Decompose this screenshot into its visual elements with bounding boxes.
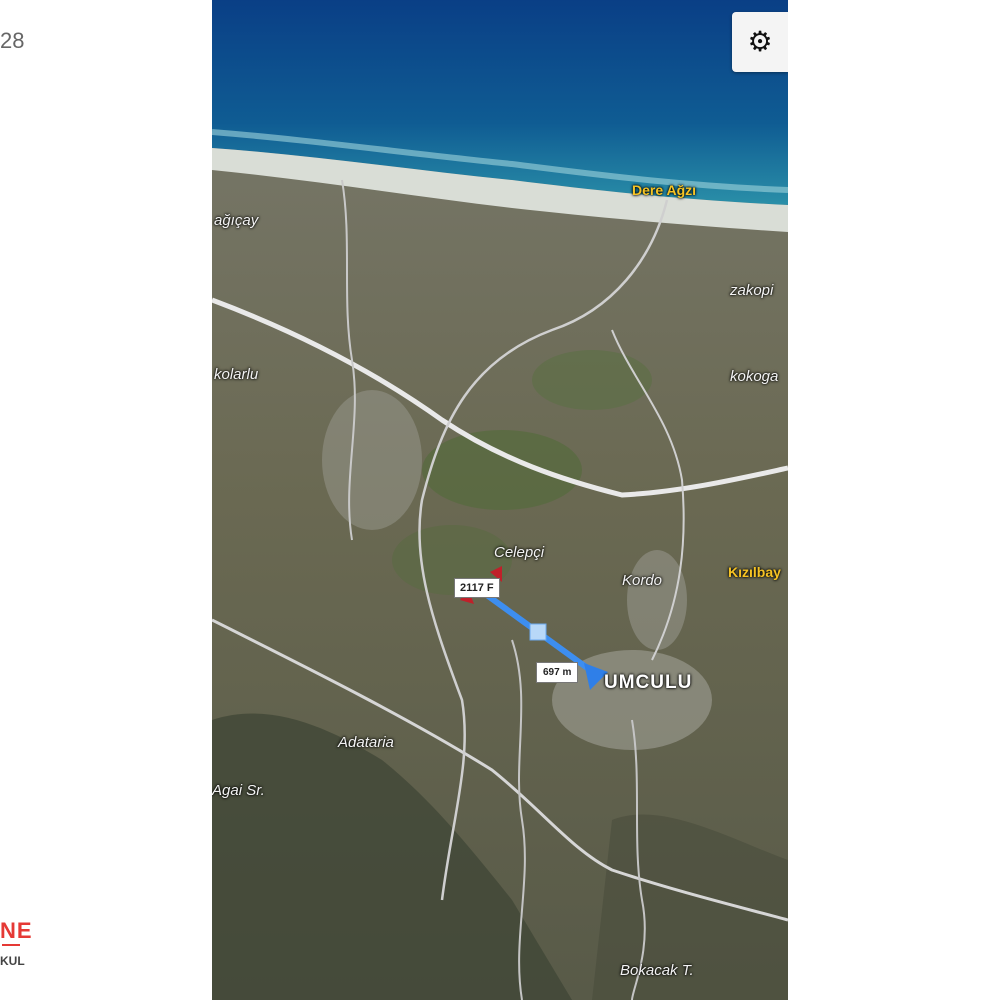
map-label-dere-agzi: Dere Ağzı (632, 182, 697, 198)
map-label-town: UMCULU (604, 672, 693, 693)
logo-mark: NE (0, 918, 33, 944)
map-imagery (212, 0, 788, 1000)
field-patch (532, 350, 652, 410)
map-label-west-2: kolarlu (214, 366, 259, 383)
measure-midpoint-handle[interactable] (529, 623, 547, 641)
logo-mark-text: NE (0, 918, 33, 943)
map-label-adataria: Adataria (338, 734, 394, 751)
map-label-kordo: Kordo (622, 572, 663, 589)
satellite-map[interactable]: Dere Ağzı Kızılbay Celepçi Kordo UMCULU … (212, 0, 788, 1000)
map-label-kizilbay: Kızılbay (728, 564, 781, 580)
distance-label: 697 m (536, 662, 579, 683)
map-label-celepci: Celepçi (494, 544, 545, 561)
map-label-kokoga: kokoga (730, 368, 779, 385)
left-margin: 28 NE KUL (0, 0, 212, 1000)
status-time: 28 (0, 28, 25, 53)
field-patch (422, 430, 582, 510)
village-area (322, 390, 422, 530)
parcel-label[interactable]: 2117 F (454, 578, 500, 598)
settings-button[interactable]: ⚙ (732, 12, 788, 72)
map-label-zakopi: zakopi (730, 282, 774, 299)
map-label-bokacak: Bokacak T. (620, 962, 694, 979)
logo-dash (2, 944, 20, 946)
brand-logo: NE KUL (0, 918, 50, 978)
right-margin (788, 0, 1000, 1000)
map-label-agai-sr: Agai Sr. (212, 782, 265, 799)
gear-icon: ⚙ (747, 26, 773, 57)
screen: 28 NE KUL Dere Ağzı Kızılbay Celepçi Kor… (0, 0, 1000, 1000)
logo-subtitle: KUL (0, 954, 25, 968)
village-area (627, 550, 687, 650)
map-label-west-1: ağıçay (214, 212, 259, 229)
